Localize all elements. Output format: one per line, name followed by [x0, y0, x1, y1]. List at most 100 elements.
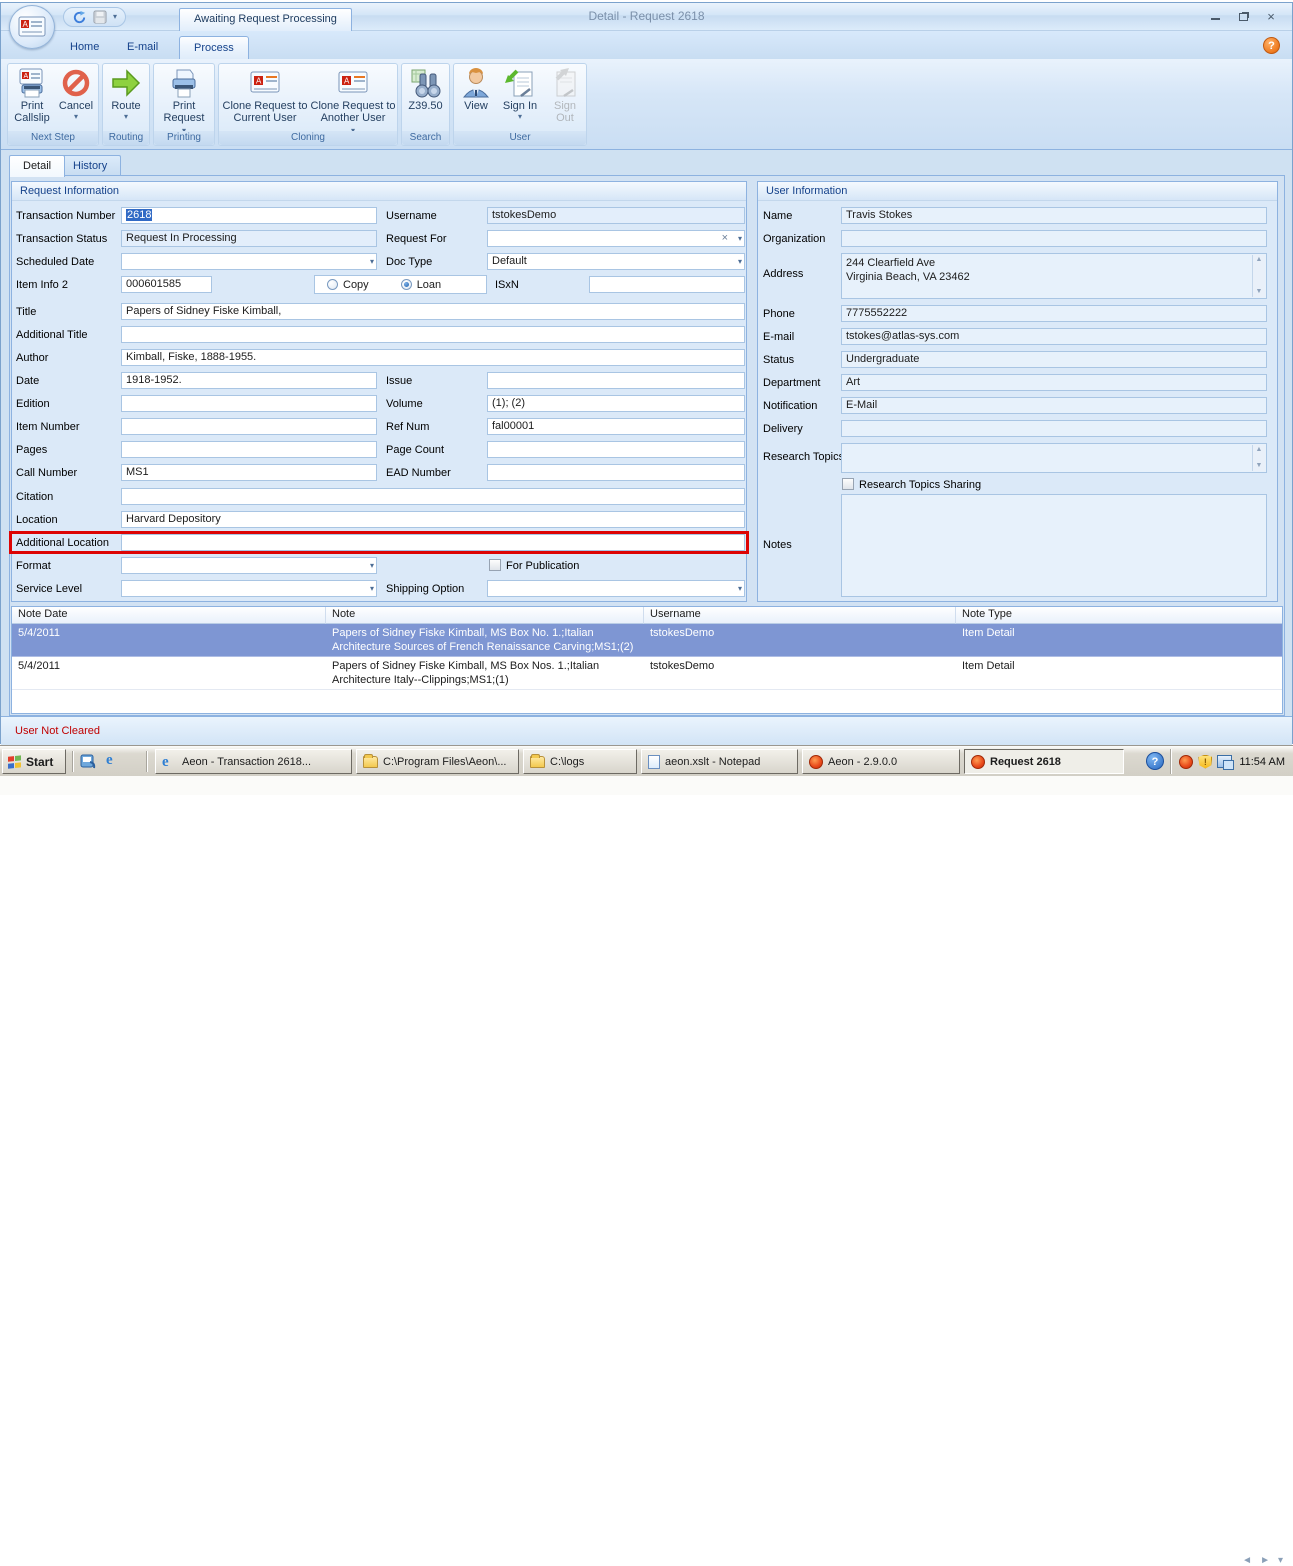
- chevron-down-icon[interactable]: ▾: [1278, 1555, 1283, 1566]
- additional-location-input[interactable]: [121, 534, 745, 551]
- column-header-note-type[interactable]: Note Type: [956, 607, 1282, 624]
- view-user-button[interactable]: View: [456, 66, 496, 130]
- aeon-tray-icon[interactable]: [1179, 755, 1193, 769]
- sign-in-dropdown-icon[interactable]: ▾: [496, 112, 544, 121]
- research-topics-spinner[interactable]: ▲▼: [1252, 445, 1265, 471]
- address-scrollbar[interactable]: ▲▼: [1252, 255, 1265, 297]
- column-header-username[interactable]: Username: [644, 607, 956, 624]
- chevron-down-icon[interactable]: ▾: [738, 234, 742, 243]
- edition-input[interactable]: [121, 395, 377, 412]
- help-icon[interactable]: ?: [1263, 37, 1280, 54]
- issue-input[interactable]: [487, 372, 745, 389]
- print-request-button[interactable]: Print Request ▾: [156, 66, 212, 130]
- research-topics-input[interactable]: ▲▼: [841, 443, 1267, 473]
- department-input[interactable]: Art: [841, 374, 1267, 391]
- start-button[interactable]: Start: [2, 749, 66, 774]
- date-input[interactable]: 1918-1952.: [121, 372, 377, 389]
- transaction-number-input[interactable]: 2618: [121, 207, 377, 224]
- taskbar-item-logs-folder[interactable]: C:\logs: [523, 749, 637, 774]
- taskbar-item-program-files-folder[interactable]: C:\Program Files\Aeon\...: [356, 749, 519, 774]
- print-callslip-button[interactable]: A Print Callslip: [10, 66, 54, 130]
- application-menu-button[interactable]: A: [9, 5, 55, 49]
- spinner-down-icon[interactable]: ▼: [1253, 461, 1265, 471]
- status-input[interactable]: Undergraduate: [841, 351, 1267, 368]
- sign-in-button[interactable]: Sign In ▾: [496, 66, 544, 130]
- column-header-note[interactable]: Note: [326, 607, 644, 624]
- spinner-up-icon[interactable]: ▲: [1253, 445, 1265, 455]
- tab-process[interactable]: Process: [179, 36, 249, 59]
- note-row-selected[interactable]: 5/4/2011 Papers of Sidney Fiske Kimball,…: [12, 624, 1282, 657]
- security-shield-icon[interactable]: !: [1198, 755, 1212, 769]
- tab-detail[interactable]: Detail: [9, 155, 65, 177]
- note-row[interactable]: 5/4/2011 Papers of Sidney Fiske Kimball,…: [12, 657, 1282, 690]
- doc-type-input[interactable]: Default▾: [487, 253, 745, 270]
- z3950-button[interactable]: Z39.50: [404, 66, 447, 130]
- scroll-up-icon[interactable]: ▲: [1253, 255, 1265, 265]
- chevron-down-icon[interactable]: ▾: [370, 561, 374, 570]
- name-input[interactable]: Travis Stokes: [841, 207, 1267, 224]
- close-button[interactable]: ×: [1260, 8, 1282, 25]
- route-dropdown-icon[interactable]: ▾: [105, 112, 147, 121]
- item-number-input[interactable]: [121, 418, 377, 435]
- research-topics-sharing-checkbox[interactable]: [842, 478, 854, 490]
- app-shortcut-icon[interactable]: [80, 753, 96, 769]
- item-info-2-input[interactable]: 000601585: [121, 276, 212, 293]
- save-icon[interactable]: [93, 10, 107, 24]
- transaction-status-input[interactable]: Request In Processing: [121, 230, 377, 247]
- author-input[interactable]: Kimball, Fiske, 1888-1955.: [121, 349, 745, 366]
- cancel-button[interactable]: Cancel ▾: [54, 66, 98, 130]
- ead-number-input[interactable]: [487, 464, 745, 481]
- chevron-down-icon[interactable]: ▾: [370, 257, 374, 266]
- organization-input[interactable]: [841, 230, 1267, 247]
- taskbar-item-request-2618[interactable]: Request 2618: [964, 749, 1124, 774]
- taskbar-item-aeon-app[interactable]: Aeon - 2.9.0.0: [802, 749, 960, 774]
- restore-button[interactable]: [1232, 8, 1254, 25]
- chevron-down-icon[interactable]: ▾: [738, 584, 742, 593]
- for-publication-checkbox[interactable]: [489, 559, 501, 571]
- clear-icon[interactable]: ×: [722, 232, 728, 244]
- qat-dropdown-icon[interactable]: ▾: [113, 13, 117, 21]
- isxn-input[interactable]: [589, 276, 745, 293]
- clone-request-current-user-button[interactable]: A Clone Request to Current User: [221, 66, 309, 130]
- phone-input[interactable]: 7775552222: [841, 305, 1267, 322]
- ref-num-input[interactable]: fal00001: [487, 418, 745, 435]
- shipping-option-input[interactable]: ▾: [487, 580, 745, 597]
- volume-input[interactable]: (1); (2): [487, 395, 745, 412]
- column-header-note-date[interactable]: Note Date: [12, 607, 326, 624]
- chevron-down-icon[interactable]: ▾: [738, 257, 742, 266]
- route-button[interactable]: Route ▾: [105, 66, 147, 130]
- play-icon[interactable]: ►: [1260, 1555, 1270, 1566]
- copy-radio[interactable]: [327, 279, 338, 290]
- clone-request-another-user-button[interactable]: A Clone Request to Another User ▾: [309, 66, 397, 130]
- chevron-down-icon[interactable]: ▾: [370, 584, 374, 593]
- cancel-dropdown-icon[interactable]: ▾: [54, 112, 98, 121]
- delivery-input[interactable]: [841, 420, 1267, 437]
- page-count-input[interactable]: [487, 441, 745, 458]
- username-input[interactable]: tstokesDemo: [487, 207, 745, 224]
- pages-input[interactable]: [121, 441, 377, 458]
- scroll-down-icon[interactable]: ▼: [1253, 287, 1265, 297]
- network-icon[interactable]: [1217, 755, 1232, 768]
- call-number-input[interactable]: MS1: [121, 464, 377, 481]
- internet-explorer-icon[interactable]: e: [106, 753, 122, 769]
- service-level-input[interactable]: ▾: [121, 580, 377, 597]
- tab-email[interactable]: E-mail: [113, 36, 172, 59]
- email-input[interactable]: tstokes@atlas-sys.com: [841, 328, 1267, 345]
- minimize-button[interactable]: [1204, 8, 1226, 25]
- tab-history[interactable]: History: [59, 155, 121, 176]
- speaker-icon[interactable]: ◄: [1242, 1555, 1252, 1566]
- notification-input[interactable]: E-Mail: [841, 397, 1267, 414]
- address-input[interactable]: 244 Clearfield Ave Virginia Beach, VA 23…: [841, 253, 1267, 299]
- tab-home[interactable]: Home: [56, 36, 113, 59]
- loan-radio[interactable]: [401, 279, 412, 290]
- queue-status-tab[interactable]: Awaiting Request Processing: [179, 8, 352, 31]
- title-input[interactable]: Papers of Sidney Fiske Kimball,: [121, 303, 745, 320]
- user-notes-input[interactable]: [841, 494, 1267, 597]
- additional-title-input[interactable]: [121, 326, 745, 343]
- citation-input[interactable]: [121, 488, 745, 505]
- scheduled-date-input[interactable]: ▾: [121, 253, 377, 270]
- taskbar-item-aeon-transaction[interactable]: e Aeon - Transaction 2618...: [155, 749, 352, 774]
- help-tray-icon[interactable]: ?: [1146, 752, 1164, 770]
- location-input[interactable]: Harvard Depository: [121, 511, 745, 528]
- format-input[interactable]: ▾: [121, 557, 377, 574]
